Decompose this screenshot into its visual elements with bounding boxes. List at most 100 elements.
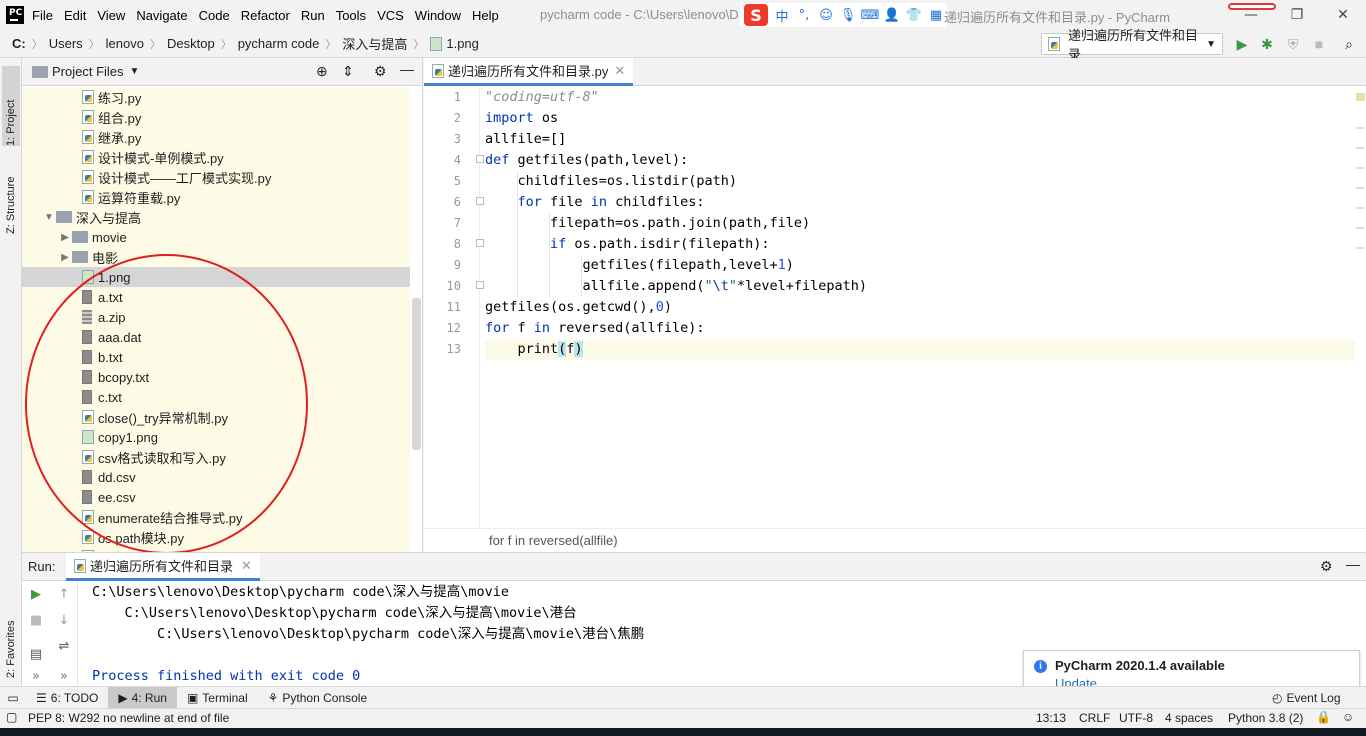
run-console-output[interactable]: C:\Users\lenovo\Desktop\pycharm code\深入与… bbox=[92, 582, 644, 687]
run-configuration-select[interactable]: 递归遍历所有文件和目录 ▼ bbox=[1041, 28, 1223, 62]
tree-item[interactable]: aaa.dat bbox=[22, 327, 410, 347]
fold-icon[interactable] bbox=[476, 155, 484, 163]
more-icon[interactable]: » bbox=[28, 668, 44, 684]
rerun-icon[interactable]: ▶ bbox=[28, 586, 44, 602]
menu-tools[interactable]: Tools bbox=[336, 8, 372, 23]
tree-item[interactable]: bcopy.txt bbox=[22, 367, 410, 387]
minimize-icon[interactable]: — bbox=[1228, 0, 1274, 30]
dropdown-arrow-icon[interactable]: ▼ bbox=[130, 66, 140, 77]
arrow-up-icon[interactable]: ↑ bbox=[56, 586, 72, 602]
tree-item[interactable]: ▶ 电影 bbox=[22, 247, 410, 267]
menu-vcs[interactable]: VCS bbox=[377, 8, 410, 23]
grid-icon[interactable]: ▦ bbox=[928, 7, 944, 23]
fold-icon[interactable] bbox=[476, 197, 484, 205]
restore-icon[interactable]: ❐ bbox=[1274, 0, 1320, 30]
indent-setting[interactable]: 4 spaces bbox=[1165, 711, 1213, 725]
more-icon[interactable]: » bbox=[56, 668, 72, 684]
warning-marker[interactable] bbox=[1356, 93, 1365, 101]
soft-wrap-icon[interactable]: ⇌ bbox=[56, 638, 72, 654]
menu-window[interactable]: Window bbox=[415, 8, 467, 23]
menu-help[interactable]: Help bbox=[472, 8, 505, 23]
tree-item[interactable]: 运算符重载.py bbox=[22, 187, 410, 207]
arrow-down-icon[interactable]: ↓ bbox=[56, 612, 72, 628]
file-encoding[interactable]: UTF-8 bbox=[1119, 711, 1153, 725]
menu-edit[interactable]: Edit bbox=[64, 8, 92, 23]
gear-icon[interactable]: ⚙ bbox=[374, 63, 387, 80]
tree-item[interactable]: 设计模式——工厂模式实现.py bbox=[22, 167, 410, 187]
ime-chinese-mode-icon[interactable]: 中 bbox=[774, 7, 790, 25]
user-icon[interactable]: 👤 bbox=[884, 7, 900, 23]
breadcrumb-file[interactable]: 1.png bbox=[446, 36, 479, 51]
breadcrumb-drive[interactable]: C: bbox=[12, 36, 26, 51]
tree-item[interactable]: ▶ movie bbox=[22, 227, 410, 247]
search-icon[interactable]: ⌕ bbox=[1340, 35, 1358, 53]
tab-run[interactable]: ▶ 4: Run bbox=[108, 686, 177, 709]
caret-position[interactable]: 13:13 bbox=[1036, 711, 1066, 725]
tree-item[interactable]: 练习.py bbox=[22, 87, 410, 107]
fold-icon[interactable] bbox=[476, 239, 484, 247]
breadcrumb-folder[interactable]: 深入与提高 bbox=[342, 34, 407, 53]
status-message[interactable]: PEP 8: W292 no newline at end of file bbox=[28, 711, 229, 725]
tab-todo[interactable]: ☰ 6: TODO bbox=[26, 687, 108, 709]
collapse-all-icon[interactable]: ⇕ bbox=[342, 63, 354, 80]
inspection-icon[interactable]: ☺ bbox=[1342, 710, 1354, 724]
code-area[interactable]: "coding=utf-8" import os allfile=[] def … bbox=[485, 87, 1355, 360]
tab-terminal[interactable]: ▣ Terminal bbox=[177, 687, 258, 709]
project-tool-tab[interactable]: 1: Project bbox=[2, 66, 20, 146]
skin-icon[interactable]: 👕 bbox=[906, 7, 922, 23]
run-icon[interactable]: ▶ bbox=[1233, 35, 1251, 53]
tree-item[interactable]: 继承.py bbox=[22, 127, 410, 147]
tree-item[interactable]: 设计模式-单例模式.py bbox=[22, 147, 410, 167]
lock-icon[interactable]: 🔒 bbox=[1316, 710, 1331, 724]
breadcrumb-project[interactable]: pycharm code bbox=[238, 36, 320, 51]
close-tab-icon[interactable]: ✕ bbox=[241, 558, 252, 574]
sogou-ime-icon[interactable]: S bbox=[744, 4, 768, 26]
tree-item[interactable]: close()_try异常机制.py bbox=[22, 407, 410, 427]
code-breadcrumb[interactable]: for f in reversed(allfile) bbox=[424, 528, 1366, 552]
debug-icon[interactable]: ✱ bbox=[1258, 35, 1276, 53]
keyboard-icon[interactable]: ⌨ bbox=[861, 7, 880, 23]
tree-item[interactable]: c.txt bbox=[22, 387, 410, 407]
error-stripe[interactable] bbox=[1354, 87, 1366, 528]
python-interpreter[interactable]: Python 3.8 (2) bbox=[1228, 711, 1303, 725]
project-view-select[interactable]: Project Files bbox=[52, 64, 124, 79]
menu-run[interactable]: Run bbox=[301, 8, 331, 23]
emoji-icon[interactable]: ☺ bbox=[818, 7, 834, 23]
menu-code[interactable]: Code bbox=[199, 8, 236, 23]
layout-icon[interactable]: ▤ bbox=[28, 646, 44, 662]
chevron-down-icon[interactable]: ▼ bbox=[42, 212, 56, 223]
fold-icon[interactable] bbox=[476, 281, 484, 289]
chevron-right-icon[interactable]: ▶ bbox=[58, 252, 72, 263]
hide-icon[interactable]: — bbox=[1346, 556, 1360, 572]
tree-item[interactable]: a.txt bbox=[22, 287, 410, 307]
close-tab-icon[interactable]: ✕ bbox=[614, 63, 625, 79]
locate-icon[interactable]: ⊕ bbox=[316, 63, 328, 80]
tree-item[interactable]: b.txt bbox=[22, 347, 410, 367]
structure-tool-tab[interactable]: Z: Structure bbox=[2, 154, 20, 234]
close-icon[interactable]: ✕ bbox=[1320, 0, 1366, 30]
breadcrumb-lenovo[interactable]: lenovo bbox=[106, 36, 144, 51]
run-tab[interactable]: 递归遍历所有文件和目录 ✕ bbox=[66, 553, 260, 581]
hide-icon[interactable]: — bbox=[400, 61, 414, 77]
menu-file[interactable]: File bbox=[32, 8, 59, 23]
tree-item[interactable]: 组合.py bbox=[22, 107, 410, 127]
tree-item[interactable]: copy1.png bbox=[22, 427, 410, 447]
menu-navigate[interactable]: Navigate bbox=[136, 8, 193, 23]
tab-event-log[interactable]: ◴ Event Log bbox=[1262, 687, 1351, 709]
tab-recursive-listing[interactable]: 递归遍历所有文件和目录.py ✕ bbox=[424, 58, 634, 86]
status-toggle-icon[interactable]: ▢ bbox=[6, 710, 17, 724]
menu-refactor[interactable]: Refactor bbox=[241, 8, 296, 23]
breadcrumb-desktop[interactable]: Desktop bbox=[167, 36, 215, 51]
tree-item[interactable]: 1.png bbox=[22, 267, 410, 287]
punctuation-icon[interactable]: °, bbox=[796, 7, 812, 23]
favorites-tool-tab[interactable]: 2: Favorites bbox=[2, 594, 20, 678]
menu-view[interactable]: View bbox=[97, 8, 131, 23]
tree-item[interactable]: ▼ 深入与提高 bbox=[22, 207, 410, 227]
gear-icon[interactable]: ⚙ bbox=[1320, 558, 1333, 575]
breadcrumb-users[interactable]: Users bbox=[49, 36, 83, 51]
tree-item[interactable]: csv格式读取和写入.py bbox=[22, 447, 410, 467]
tree-item[interactable]: a.zip bbox=[22, 307, 410, 327]
tab-python-console[interactable]: ⚘ Python Console bbox=[258, 687, 378, 709]
tree-item[interactable]: dd.csv bbox=[22, 467, 410, 487]
chevron-right-icon[interactable]: ▶ bbox=[58, 232, 72, 243]
